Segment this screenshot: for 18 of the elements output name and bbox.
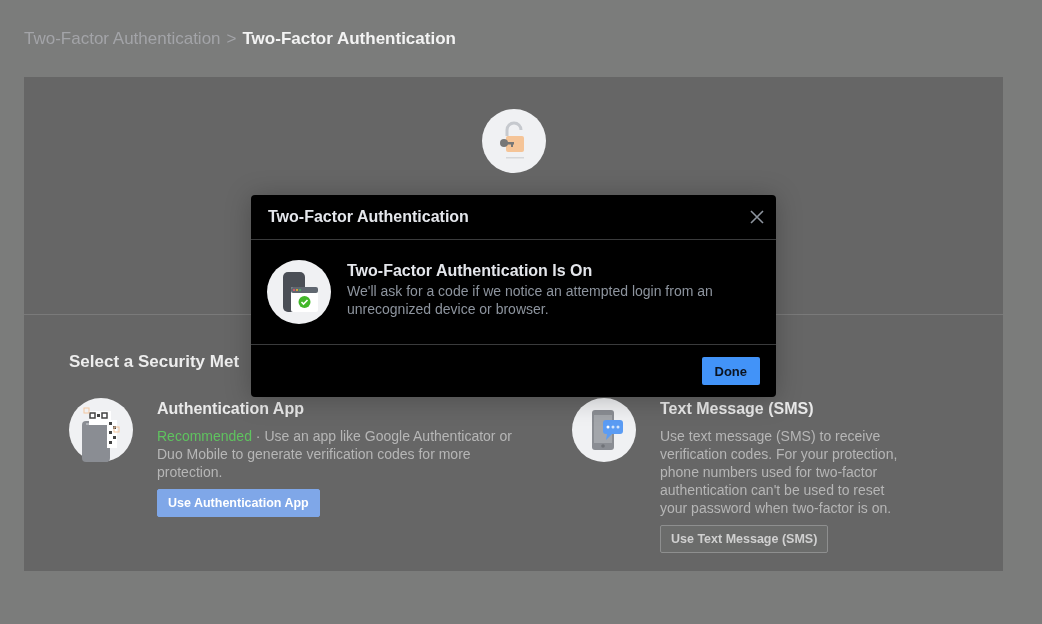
breadcrumb-item: Two-Factor Authentication	[242, 29, 456, 49]
phone-chat-icon	[572, 398, 636, 462]
close-icon[interactable]	[750, 210, 764, 224]
phone-check-icon	[267, 260, 331, 324]
done-button[interactable]: Done	[701, 357, 760, 385]
method-title: Text Message (SMS)	[660, 400, 814, 418]
method-description: Recommended · Use an app like Google Authenticator or Duo Mobile to generate verification codes for more protection.	[157, 427, 513, 481]
section-title: Select a Security Met	[69, 352, 240, 372]
method-description: Use text message (SMS) to receive verification codes. For your protection, phone numbers used for two-factor authentication can't be used to reset your password when two-factor is on.	[660, 427, 899, 517]
use-method-button[interactable]: Use Authentication App	[157, 489, 320, 517]
status-title: Two-Factor Authentication Is On	[347, 262, 594, 280]
dialog-title: Two-Factor Authentication	[268, 208, 469, 226]
method-title: Authentication App	[157, 400, 304, 418]
use-method-button[interactable]: Use Text Message (SMS)	[660, 525, 829, 553]
status-text: We'll ask for a code if we notice an attempted login from an unrecognized device or browser.	[347, 282, 714, 318]
padlock-key-icon	[481, 109, 546, 173]
phone-qr-code-icon	[69, 398, 133, 462]
breadcrumb-separator: >	[226, 29, 237, 49]
